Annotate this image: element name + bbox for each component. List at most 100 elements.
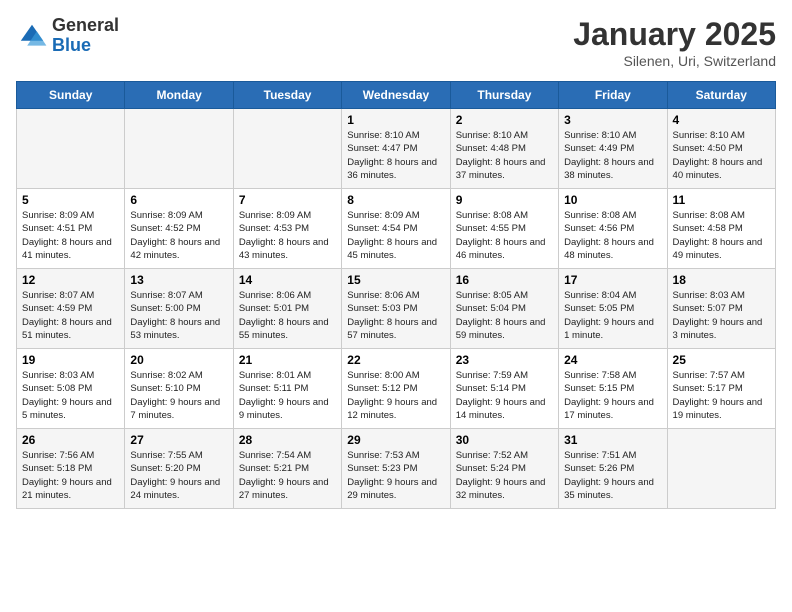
day-info: Sunrise: 8:02 AM Sunset: 5:10 PM Dayligh… (130, 369, 227, 422)
calendar-cell: 13 Sunrise: 8:07 AM Sunset: 5:00 PM Dayli… (125, 269, 233, 349)
calendar-cell: 2 Sunrise: 8:10 AM Sunset: 4:48 PM Daylig… (450, 109, 558, 189)
calendar-cell: 5Sunrise: 8:09 AM Sunset: 4:51 PM Daylig… (17, 189, 125, 269)
day-number: 27 (130, 433, 227, 447)
day-number: 10 (564, 193, 661, 207)
logo-text: General Blue (52, 16, 119, 56)
day-number: 30 (456, 433, 553, 447)
day-info: Sunrise: 8:10 AM Sunset: 4:48 PM Dayligh… (456, 129, 553, 182)
weekday-header-tuesday: Tuesday (233, 82, 341, 109)
calendar-cell: 27 Sunrise: 7:55 AM Sunset: 5:20 PM Dayli… (125, 429, 233, 509)
weekday-header-sunday: Sunday (17, 82, 125, 109)
day-number: 15 (347, 273, 444, 287)
calendar-cell (17, 109, 125, 189)
day-number: 11 (673, 193, 770, 207)
day-number: 13 (130, 273, 227, 287)
day-info: Sunrise: 8:09 AM Sunset: 4:52 PM Dayligh… (130, 209, 227, 262)
calendar-cell: 12 Sunrise: 8:07 AM Sunset: 4:59 PM Dayli… (17, 269, 125, 349)
day-number: 5 (22, 193, 119, 207)
logo-icon (16, 20, 48, 52)
day-number: 16 (456, 273, 553, 287)
calendar-cell: 31 Sunrise: 7:51 AM Sunset: 5:26 PM Dayli… (559, 429, 667, 509)
day-info: Sunrise: 8:07 AM Sunset: 5:00 PM Dayligh… (130, 289, 227, 342)
day-info: Sunrise: 8:01 AM Sunset: 5:11 PM Dayligh… (239, 369, 336, 422)
day-info: Sunrise: 7:57 AM Sunset: 5:17 PM Dayligh… (673, 369, 770, 422)
day-number: 21 (239, 353, 336, 367)
day-info: Sunrise: 7:51 AM Sunset: 5:26 PM Dayligh… (564, 449, 661, 502)
calendar-cell: 23 Sunrise: 7:59 AM Sunset: 5:14 PM Dayli… (450, 349, 558, 429)
calendar-cell: 24 Sunrise: 7:58 AM Sunset: 5:15 PM Dayli… (559, 349, 667, 429)
day-info: Sunrise: 7:56 AM Sunset: 5:18 PM Dayligh… (22, 449, 119, 502)
calendar-cell: 6 Sunrise: 8:09 AM Sunset: 4:52 PM Daylig… (125, 189, 233, 269)
day-info: Sunrise: 8:09 AM Sunset: 4:54 PM Dayligh… (347, 209, 444, 262)
day-info: Sunrise: 7:53 AM Sunset: 5:23 PM Dayligh… (347, 449, 444, 502)
day-number: 19 (22, 353, 119, 367)
day-info: Sunrise: 7:59 AM Sunset: 5:14 PM Dayligh… (456, 369, 553, 422)
day-number: 4 (673, 113, 770, 127)
day-number: 20 (130, 353, 227, 367)
calendar-cell (667, 429, 775, 509)
day-info: Sunrise: 8:10 AM Sunset: 4:50 PM Dayligh… (673, 129, 770, 182)
day-number: 24 (564, 353, 661, 367)
day-info: Sunrise: 8:06 AM Sunset: 5:03 PM Dayligh… (347, 289, 444, 342)
calendar-header: SundayMondayTuesdayWednesdayThursdayFrid… (17, 82, 776, 109)
day-info: Sunrise: 8:03 AM Sunset: 5:08 PM Dayligh… (22, 369, 119, 422)
calendar-cell: 4 Sunrise: 8:10 AM Sunset: 4:50 PM Daylig… (667, 109, 775, 189)
day-info: Sunrise: 7:58 AM Sunset: 5:15 PM Dayligh… (564, 369, 661, 422)
day-number: 22 (347, 353, 444, 367)
calendar-cell: 22Sunrise: 8:00 AM Sunset: 5:12 PM Dayli… (342, 349, 450, 429)
logo-general-text: General (52, 16, 119, 36)
day-info: Sunrise: 8:08 AM Sunset: 4:55 PM Dayligh… (456, 209, 553, 262)
calendar-cell: 3 Sunrise: 8:10 AM Sunset: 4:49 PM Daylig… (559, 109, 667, 189)
day-number: 26 (22, 433, 119, 447)
day-info: Sunrise: 8:08 AM Sunset: 4:58 PM Dayligh… (673, 209, 770, 262)
day-info: Sunrise: 8:10 AM Sunset: 4:49 PM Dayligh… (564, 129, 661, 182)
day-number: 8 (347, 193, 444, 207)
logo: General Blue (16, 16, 119, 56)
calendar-cell (233, 109, 341, 189)
calendar-cell: 16 Sunrise: 8:05 AM Sunset: 5:04 PM Dayli… (450, 269, 558, 349)
day-number: 14 (239, 273, 336, 287)
calendar-cell: 11 Sunrise: 8:08 AM Sunset: 4:58 PM Dayli… (667, 189, 775, 269)
calendar-cell: 25 Sunrise: 7:57 AM Sunset: 5:17 PM Dayli… (667, 349, 775, 429)
day-number: 9 (456, 193, 553, 207)
weekday-header-wednesday: Wednesday (342, 82, 450, 109)
week-row-3: 12 Sunrise: 8:07 AM Sunset: 4:59 PM Dayli… (17, 269, 776, 349)
day-number: 6 (130, 193, 227, 207)
day-info: Sunrise: 7:52 AM Sunset: 5:24 PM Dayligh… (456, 449, 553, 502)
day-info: Sunrise: 7:54 AM Sunset: 5:21 PM Dayligh… (239, 449, 336, 502)
calendar-cell: 28 Sunrise: 7:54 AM Sunset: 5:21 PM Dayli… (233, 429, 341, 509)
day-info: Sunrise: 8:05 AM Sunset: 5:04 PM Dayligh… (456, 289, 553, 342)
calendar-cell: 15 Sunrise: 8:06 AM Sunset: 5:03 PM Dayli… (342, 269, 450, 349)
calendar-cell: 7Sunrise: 8:09 AM Sunset: 4:53 PM Daylig… (233, 189, 341, 269)
calendar-cell: 29 Sunrise: 7:53 AM Sunset: 5:23 PM Dayli… (342, 429, 450, 509)
calendar-cell: 30 Sunrise: 7:52 AM Sunset: 5:24 PM Dayli… (450, 429, 558, 509)
weekday-header-saturday: Saturday (667, 82, 775, 109)
calendar-cell (125, 109, 233, 189)
week-row-4: 19 Sunrise: 8:03 AM Sunset: 5:08 PM Dayli… (17, 349, 776, 429)
day-info: Sunrise: 8:08 AM Sunset: 4:56 PM Dayligh… (564, 209, 661, 262)
page-header: General Blue January 2025 Silenen, Uri, … (16, 16, 776, 69)
day-number: 28 (239, 433, 336, 447)
calendar-body: 1Sunrise: 8:10 AM Sunset: 4:47 PM Daylig… (17, 109, 776, 509)
calendar-cell: 8 Sunrise: 8:09 AM Sunset: 4:54 PM Daylig… (342, 189, 450, 269)
day-number: 12 (22, 273, 119, 287)
calendar-cell: 10 Sunrise: 8:08 AM Sunset: 4:56 PM Dayli… (559, 189, 667, 269)
day-number: 23 (456, 353, 553, 367)
day-number: 2 (456, 113, 553, 127)
day-number: 29 (347, 433, 444, 447)
day-info: Sunrise: 7:55 AM Sunset: 5:20 PM Dayligh… (130, 449, 227, 502)
day-number: 25 (673, 353, 770, 367)
calendar-cell: 20 Sunrise: 8:02 AM Sunset: 5:10 PM Dayli… (125, 349, 233, 429)
day-info: Sunrise: 8:07 AM Sunset: 4:59 PM Dayligh… (22, 289, 119, 342)
day-info: Sunrise: 8:03 AM Sunset: 5:07 PM Dayligh… (673, 289, 770, 342)
day-number: 18 (673, 273, 770, 287)
title-block: January 2025 Silenen, Uri, Switzerland (573, 16, 776, 69)
weekday-header-monday: Monday (125, 82, 233, 109)
calendar-cell: 19 Sunrise: 8:03 AM Sunset: 5:08 PM Dayli… (17, 349, 125, 429)
weekday-header-thursday: Thursday (450, 82, 558, 109)
day-info: Sunrise: 8:06 AM Sunset: 5:01 PM Dayligh… (239, 289, 336, 342)
day-number: 3 (564, 113, 661, 127)
week-row-1: 1Sunrise: 8:10 AM Sunset: 4:47 PM Daylig… (17, 109, 776, 189)
day-number: 31 (564, 433, 661, 447)
calendar-cell: 21 Sunrise: 8:01 AM Sunset: 5:11 PM Dayli… (233, 349, 341, 429)
